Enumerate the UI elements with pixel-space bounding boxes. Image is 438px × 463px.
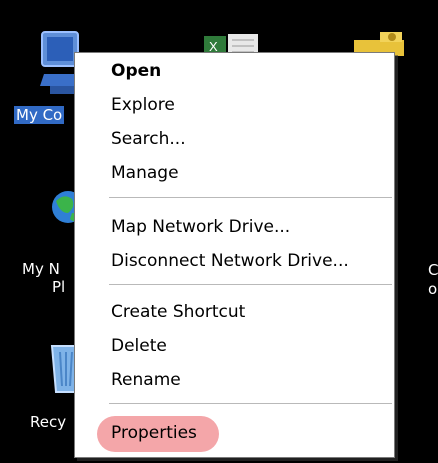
menu-item-map-network-drive[interactable]: Map Network Drive... [111,214,290,240]
menu-separator [109,197,392,199]
menu-separator [109,403,392,405]
recycle-bin-desktop-item[interactable]: Recy [0,330,82,440]
my-network-places-label-line1: My N [22,260,60,278]
my-network-places-desktop-item[interactable]: My N Pl [0,175,84,296]
right-item-label-line2: o [428,280,438,298]
menu-item-disconnect-network-drive[interactable]: Disconnect Network Drive... [111,248,349,274]
my-network-places-label-line2: Pl [52,278,66,296]
menu-item-delete[interactable]: Delete [111,333,167,359]
menu-item-create-shortcut[interactable]: Create Shortcut [111,299,245,325]
my-computer-label: My Co [14,106,65,124]
menu-item-properties[interactable]: Properties [111,420,197,446]
my-computer-desktop-item[interactable]: My Co [0,20,84,130]
menu-item-open[interactable]: Open [111,58,161,84]
menu-item-manage[interactable]: Manage [111,160,179,186]
context-menu: Open Explore Search... Manage Map Networ… [74,52,395,458]
menu-separator [109,284,392,286]
menu-item-rename[interactable]: Rename [111,367,181,393]
recycle-bin-label: Recy [30,413,67,431]
menu-item-explore[interactable]: Explore [111,92,175,118]
menu-item-search[interactable]: Search... [111,126,186,152]
right-item-label-line1: C [428,261,438,279]
